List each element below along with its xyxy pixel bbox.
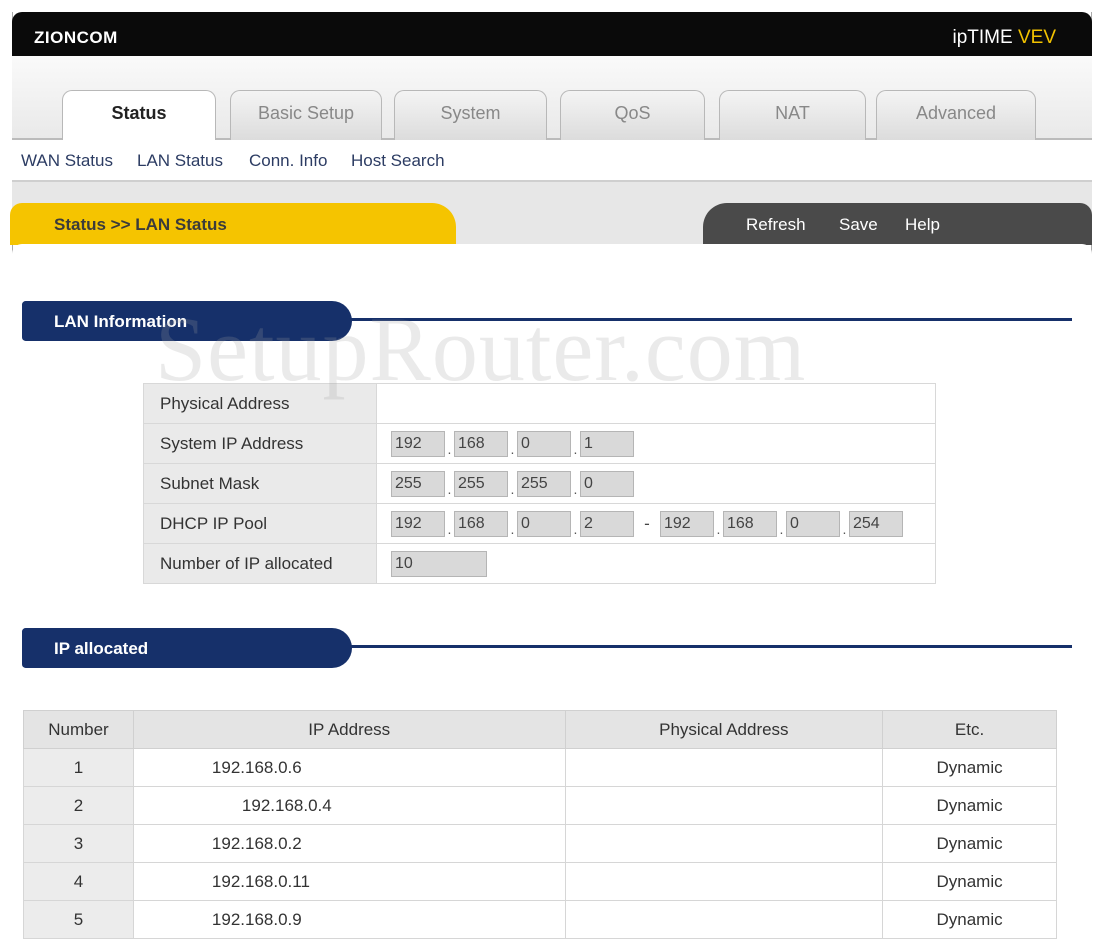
row-physical-address	[564, 824, 884, 863]
subnav-conn-info[interactable]: Conn. Info	[249, 151, 327, 171]
row-ip-address: 192.168.0.4	[132, 786, 566, 825]
row-physical-address	[564, 862, 884, 901]
dhcp-pool-value: 192. 168. 0. 2-192. 168. 0. 254	[376, 503, 936, 544]
ip-allocated-header-row: Number IP Address Physical Address Etc.	[23, 710, 1057, 749]
subnet-octet-2: 255	[454, 470, 508, 497]
subnet-mask-label: Subnet Mask	[143, 463, 377, 504]
subnet-mask-value: 255. 255. 255. 0	[376, 463, 936, 504]
ip-allocated-rule	[345, 645, 1072, 648]
row-number: 3	[23, 824, 134, 863]
help-button[interactable]: Help	[905, 215, 940, 235]
allocated-count-field: 10	[391, 550, 487, 577]
tab-status[interactable]: Status	[62, 90, 216, 142]
column-physical-address: Physical Address	[564, 710, 884, 749]
table-row: 2 192.168.0.4 Dynamic	[23, 786, 1057, 825]
tab-qos[interactable]: QoS	[560, 90, 705, 140]
status-subnav: WAN Status LAN Status Conn. Info Host Se…	[12, 140, 1092, 182]
physical-address-value	[376, 383, 936, 424]
lan-information-table: Physical Address System IP Address 192. 1…	[143, 383, 936, 584]
ip-allocated-title: IP allocated	[54, 639, 149, 658]
subnet-octet-3: 255	[517, 470, 571, 497]
dhcp-end-octet-4: 254	[849, 510, 903, 537]
dhcp-pool-label: DHCP IP Pool	[143, 503, 377, 544]
lan-information-header: LAN Information	[22, 301, 352, 341]
product-name: ipTIME VEV	[953, 27, 1057, 49]
physical-address-row: Physical Address	[143, 383, 936, 424]
dhcp-end-octet-1: 192	[660, 510, 714, 537]
row-etc: Dynamic	[882, 824, 1057, 863]
row-number: 2	[23, 786, 134, 825]
table-row: 1 192.168.0.6 Dynamic	[23, 748, 1057, 787]
table-row: 4 192.168.0.11 Dynamic	[23, 862, 1057, 901]
allocated-count-label: Number of IP allocated	[143, 543, 377, 584]
tab-system[interactable]: System	[394, 90, 547, 140]
subnav-wan-status[interactable]: WAN Status	[21, 151, 113, 171]
lan-information-rule	[345, 318, 1072, 321]
row-etc: Dynamic	[882, 748, 1057, 787]
ip-allocated-table: Number IP Address Physical Address Etc. …	[23, 710, 1057, 939]
table-row: 5 192.168.0.9 Dynamic	[23, 900, 1057, 939]
system-ip-octet-3: 0	[517, 430, 571, 457]
ip-allocated-header: IP allocated	[22, 628, 352, 668]
row-etc: Dynamic	[882, 862, 1057, 901]
row-ip-address: 192.168.0.2	[132, 824, 566, 863]
physical-address-label: Physical Address	[143, 383, 377, 424]
dhcp-range-separator: -	[644, 513, 650, 533]
subnet-mask-row: Subnet Mask 255. 255. 255. 0	[143, 463, 936, 504]
system-ip-label: System IP Address	[143, 423, 377, 464]
row-number: 1	[23, 748, 134, 787]
row-physical-address	[564, 900, 884, 939]
product-name-model: VEV	[1017, 27, 1056, 48]
row-ip-address: 192.168.0.9	[132, 900, 566, 939]
tab-advanced[interactable]: Advanced	[876, 90, 1036, 140]
column-etc: Etc.	[882, 710, 1057, 749]
row-physical-address	[564, 748, 884, 787]
page-actions: Refresh Save Help	[703, 203, 1092, 245]
row-etc: Dynamic	[882, 786, 1057, 825]
subnet-octet-1: 255	[391, 470, 445, 497]
system-ip-octet-4: 1	[580, 430, 634, 457]
row-number: 5	[23, 900, 134, 939]
row-number: 4	[23, 862, 134, 901]
row-etc: Dynamic	[882, 900, 1057, 939]
dhcp-start-octet-3: 0	[517, 510, 571, 537]
refresh-button[interactable]: Refresh	[746, 215, 806, 235]
main-tab-bar: Status Basic Setup System QoS NAT Advanc…	[12, 56, 1092, 142]
system-ip-value: 192. 168. 0. 1	[376, 423, 936, 464]
row-ip-address: 192.168.0.6	[132, 748, 566, 787]
dhcp-start-octet-4: 2	[580, 510, 634, 537]
row-physical-address	[564, 786, 884, 825]
dhcp-end-octet-3: 0	[786, 510, 840, 537]
column-ip-address: IP Address	[132, 710, 566, 749]
top-bar: ZIONCOM ipTIME VEV	[12, 12, 1092, 56]
subnav-lan-status[interactable]: LAN Status	[137, 151, 223, 171]
dhcp-start-octet-1: 192	[391, 510, 445, 537]
system-ip-row: System IP Address 192. 168. 0. 1	[143, 423, 936, 464]
table-row: 3 192.168.0.2 Dynamic	[23, 824, 1057, 863]
row-ip-address: 192.168.0.11	[132, 862, 566, 901]
subnet-octet-4: 0	[580, 470, 634, 497]
product-name-main: ipTIME	[952, 27, 1013, 48]
allocated-count-value: 10	[376, 543, 936, 584]
dhcp-pool-row: DHCP IP Pool 192. 168. 0. 2-192. 168. 0. 254	[143, 503, 936, 544]
system-ip-octet-1: 192	[391, 430, 445, 457]
dhcp-end-octet-2: 168	[723, 510, 777, 537]
tab-basic-setup[interactable]: Basic Setup	[230, 90, 382, 140]
allocated-count-row: Number of IP allocated 10	[143, 543, 936, 584]
subnav-host-search[interactable]: Host Search	[351, 151, 445, 171]
brand-logo: ZIONCOM	[34, 28, 118, 47]
save-button[interactable]: Save	[839, 215, 878, 235]
breadcrumb-text: Status >> LAN Status	[54, 215, 227, 234]
breadcrumb: Status >> LAN Status	[10, 203, 456, 245]
tab-nat[interactable]: NAT	[719, 90, 866, 140]
dhcp-start-octet-2: 168	[454, 510, 508, 537]
system-ip-octet-2: 168	[454, 430, 508, 457]
column-number: Number	[23, 710, 134, 749]
lan-information-title: LAN Information	[54, 312, 188, 331]
